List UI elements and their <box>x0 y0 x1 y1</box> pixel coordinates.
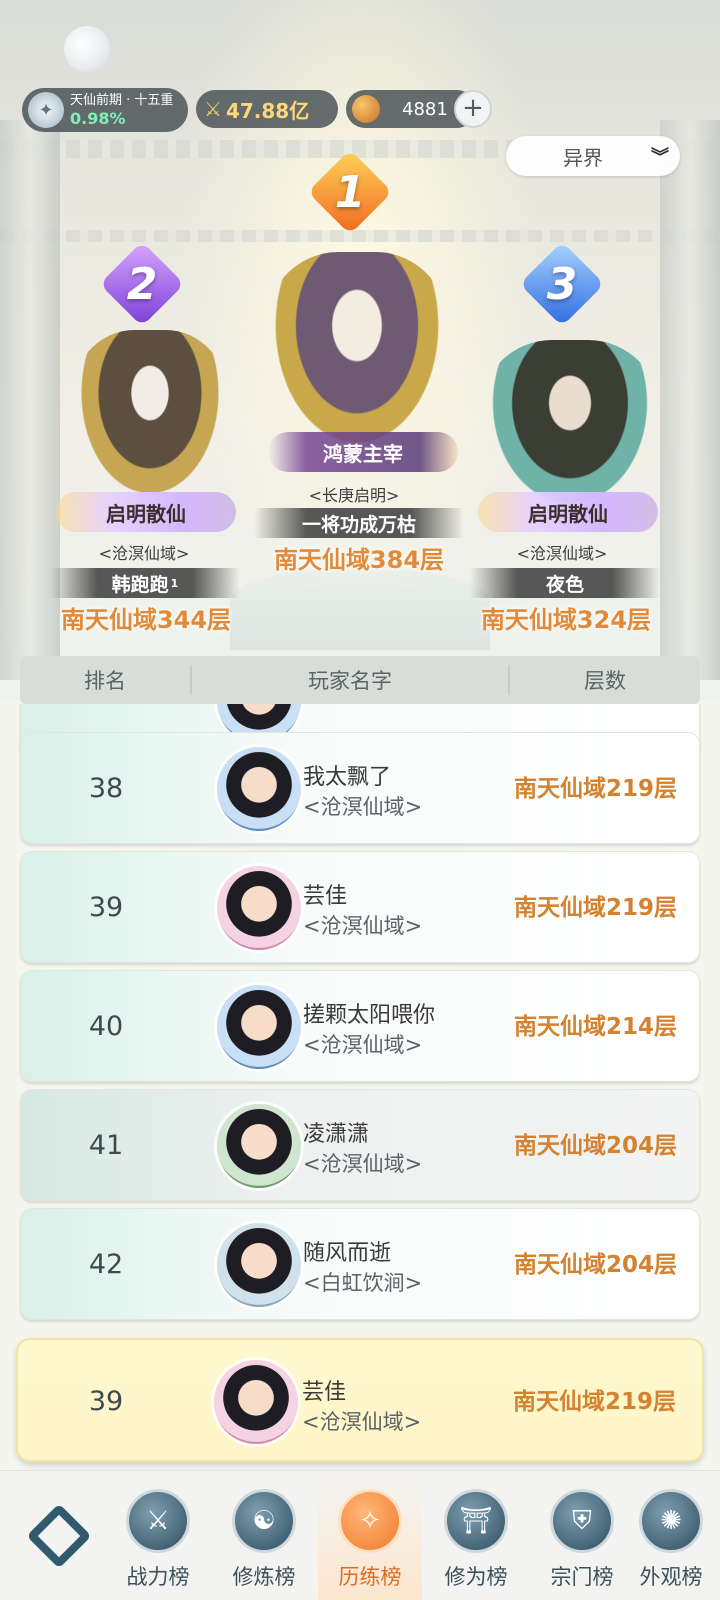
header-player-name: 玩家名字 <box>190 665 510 695</box>
my-avatar <box>214 1360 298 1444</box>
power-display: ⚔ 47.88亿 <box>196 90 338 128</box>
row-player-name: 芸佳 <box>303 884 348 909</box>
my-player-name: 芸佳 <box>302 1380 347 1405</box>
crossed-swords-icon: ⚔ <box>204 97 222 121</box>
table-row[interactable]: 38 我太飘了 <沧溟仙域> 南天仙域219层 <box>20 732 700 844</box>
tab-label: 外观榜 <box>639 1565 703 1589</box>
realm-status[interactable]: ✦ 天仙前期 · 十五重 0.98% <box>22 88 188 132</box>
beam-decoration <box>0 230 720 242</box>
player-avatar <box>217 747 301 831</box>
spirit-stone-icon <box>352 95 380 123</box>
row-rank: 38 <box>88 773 124 804</box>
row-player-name: 随风而逝 <box>303 1241 392 1266</box>
first-place-server: <长庚启明> <box>308 486 400 505</box>
row-player-name: 搓颗太阳喂你 <box>303 1003 436 1028</box>
rank-3-badge: 3 <box>520 248 604 320</box>
row-floor: 南天仙域214层 <box>513 1014 677 1040</box>
second-place-name: 韩跑跑 1 <box>50 568 240 598</box>
row-floor: 南天仙域219层 <box>513 776 677 802</box>
realm-progress: 0.98% <box>70 109 126 128</box>
bottom-nav: ⚔ 战力榜 ☯ 修炼榜 ✧ 历练榜 ⛩ 修为榜 ⛨ 宗门榜 ✺ 外观榜 <box>0 1470 720 1600</box>
power-value: 47.88亿 <box>225 98 310 123</box>
tab-power-ranking[interactable]: ⚔ 战力榜 <box>106 1489 210 1600</box>
tab-label: 战力榜 <box>126 1565 190 1589</box>
tab-label: 修炼榜 <box>232 1565 296 1589</box>
ranking-list-header: 排名 玩家名字 层数 <box>20 656 700 704</box>
tab-level-ranking[interactable]: ⛩ 修为榜 <box>424 1489 528 1600</box>
row-server: <白虹饮涧> <box>303 1271 423 1295</box>
my-server: <沧溟仙域> <box>302 1410 422 1434</box>
world-dropdown[interactable]: 异界 ︾ <box>506 136 680 176</box>
second-place-character[interactable] <box>70 330 230 510</box>
tab-cultivation-ranking[interactable]: ☯ 修炼榜 <box>212 1489 316 1600</box>
world-dropdown-value: 异界 <box>563 145 603 170</box>
my-rank: 39 <box>88 1386 124 1417</box>
table-row[interactable]: 41 凌潇潇 <沧溟仙域> 南天仙域204层 <box>20 1089 700 1201</box>
header-rank: 排名 <box>84 669 126 693</box>
first-place-character[interactable] <box>262 252 452 462</box>
gate-icon: ⛨ <box>550 1489 614 1553</box>
tab-trial-ranking[interactable]: ✧ 历练榜 <box>318 1475 422 1600</box>
player-avatar <box>217 1104 301 1188</box>
add-currency-button[interactable]: + <box>454 90 492 128</box>
row-server: <沧溟仙域> <box>303 1033 423 1057</box>
table-row[interactable]: 39 芸佳 <沧溟仙域> 南天仙域219层 <box>20 851 700 963</box>
player-avatar <box>217 1223 301 1307</box>
tab-appearance-ranking[interactable]: ✺ 外观榜 <box>622 1489 720 1600</box>
pillar-decoration <box>660 120 720 680</box>
row-server: <沧溟仙域> <box>303 914 423 938</box>
robe-icon: ✺ <box>639 1489 703 1553</box>
tab-label: 宗门榜 <box>550 1565 614 1589</box>
home-button[interactable] <box>24 1501 94 1571</box>
hat-icon: ⛩ <box>444 1489 508 1553</box>
rank-1-badge: 1 <box>308 156 392 228</box>
row-rank: 40 <box>88 1011 124 1042</box>
stairs-decoration <box>230 570 490 650</box>
row-rank: 39 <box>88 892 124 923</box>
yin-yang-icon: ☯ <box>232 1489 296 1553</box>
tab-sect-ranking[interactable]: ⛨ 宗门榜 <box>530 1489 634 1600</box>
first-place-title: 鸿蒙主宰 <box>268 432 458 472</box>
star-compass-icon: ✧ <box>338 1489 402 1553</box>
player-avatar-icon: ✦ <box>28 92 64 128</box>
rank-2-badge: 2 <box>100 248 184 320</box>
row-floor: 南天仙域219层 <box>513 895 677 921</box>
tab-label: 历练榜 <box>338 1565 402 1589</box>
currency-value: 4881 <box>402 98 448 120</box>
row-server: <沧溟仙域> <box>303 795 423 819</box>
realm-name: 天仙前期 · 十五重 <box>70 93 174 108</box>
row-floor: 南天仙域204层 <box>513 1133 677 1159</box>
sword-icon: ⚔ <box>126 1489 190 1553</box>
third-place-name: 夜色 <box>470 568 660 598</box>
third-place-server: <沧溟仙域> <box>516 544 608 563</box>
moon-decoration <box>64 26 110 72</box>
home-diamond-icon <box>26 1503 92 1569</box>
row-player-name: 凌潇潇 <box>303 1122 370 1147</box>
row-rank: 41 <box>88 1130 124 1161</box>
first-place-floor: 南天仙域384层 <box>273 546 445 574</box>
player-avatar <box>217 866 301 950</box>
ranking-list[interactable]: 38 我太飘了 <沧溟仙域> 南天仙域219层 39 芸佳 <沧溟仙域> 南天仙… <box>0 704 720 1336</box>
second-place-floor: 南天仙域344层 <box>60 606 232 634</box>
row-server: <沧溟仙域> <box>303 1152 423 1176</box>
second-place-server: <沧溟仙域> <box>98 544 190 563</box>
header-floor: 层数 <box>584 669 626 693</box>
row-player-name: 我太飘了 <box>303 765 392 790</box>
third-place-title: 启明散仙 <box>478 492 658 532</box>
my-floor: 南天仙域219层 <box>512 1389 676 1415</box>
table-row[interactable]: 42 随风而逝 <白虹饮涧> 南天仙域204层 <box>20 1208 700 1320</box>
row-floor: 南天仙域204层 <box>513 1252 677 1278</box>
row-rank: 42 <box>88 1249 124 1280</box>
table-row[interactable]: 40 搓颗太阳喂你 <沧溟仙域> 南天仙域214层 <box>20 970 700 1082</box>
chevron-down-icon: ︾ <box>651 147 669 168</box>
player-avatar <box>217 985 301 1069</box>
tab-label: 修为榜 <box>444 1565 508 1589</box>
third-place-floor: 南天仙域324层 <box>480 606 652 634</box>
my-rank-row[interactable]: 39 芸佳 <沧溟仙域> 南天仙域219层 <box>16 1338 704 1462</box>
second-place-title: 启明散仙 <box>56 492 236 532</box>
first-place-name: 一将功成万枯 <box>254 508 464 538</box>
